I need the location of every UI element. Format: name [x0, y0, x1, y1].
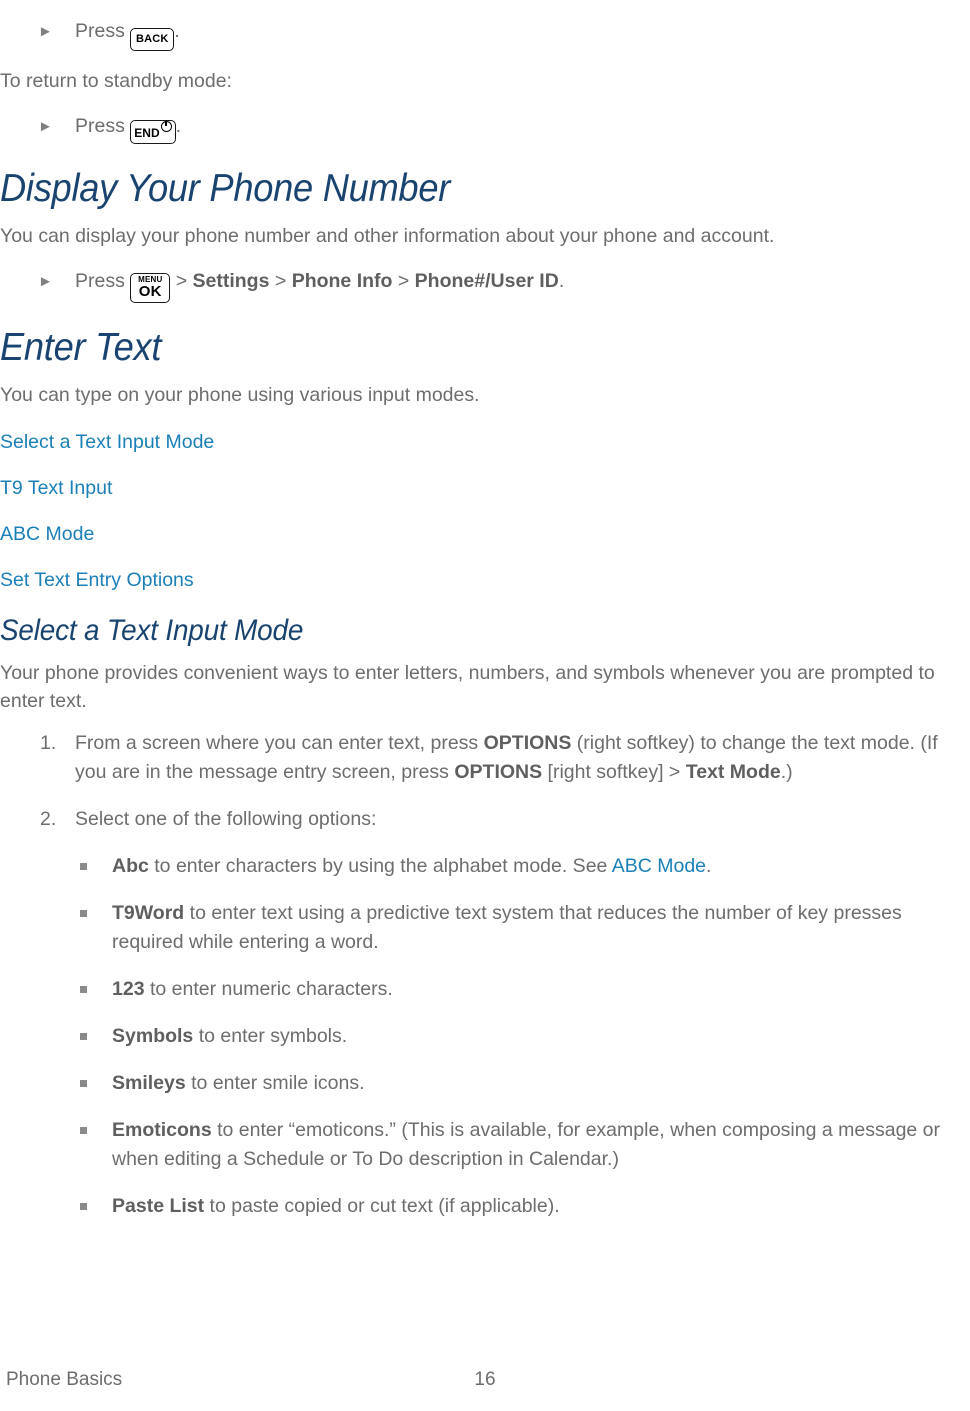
toc-entry-abc-mode[interactable]: ABC Mode [0, 521, 970, 547]
step-press-back: ► Press BACK. [0, 16, 970, 51]
press-end-period: . [175, 115, 182, 137]
menu-path-phone-user-id: Phone#/User ID [414, 270, 559, 292]
square-bullet-icon [80, 863, 87, 870]
toc-entry-select-a-text-input-mode[interactable]: Select a Text Input Mode [0, 429, 970, 455]
list-number: 1. [40, 732, 57, 754]
heading-enter-text: Enter Text [0, 326, 162, 369]
square-bullet-icon [80, 1080, 87, 1087]
ok-key-bottom-label: OK [138, 283, 162, 300]
option-text-before-link: to enter smile icons. [185, 1072, 365, 1094]
back-key-icon: BACK [130, 28, 175, 51]
toc-entry-set-text-entry-options[interactable]: Set Text Entry Options [0, 567, 970, 593]
enter-text-intro: You can type on your phone using various… [0, 384, 480, 406]
square-bullet-icon [80, 910, 87, 917]
arrow-marker-icon: ► [38, 23, 53, 40]
press-back-period: . [174, 20, 180, 42]
menu-separator-3: > [397, 270, 410, 292]
step-bold-options-1: OPTIONS [483, 732, 572, 754]
toc-link-label[interactable]: T9 Text Input [0, 477, 112, 499]
step-text-part1: Select one of the following options: [75, 808, 377, 830]
select-text-input-mode-intro: Your phone provides convenient ways to e… [0, 662, 935, 712]
power-symbol-icon [160, 120, 172, 132]
press-label: Press [75, 115, 125, 137]
option-inline-link-abc-mode[interactable]: ABC Mode [612, 855, 706, 877]
square-bullet-icon [80, 1033, 87, 1040]
list-item: T9Word to enter text using a predictive … [0, 899, 970, 957]
manual-page: ► Press BACK. To return to standby mode:… [0, 16, 970, 1411]
list-number: 2. [40, 808, 57, 830]
step-period: . [558, 270, 565, 292]
list-item: Symbols to enter symbols. [0, 1022, 970, 1051]
menu-ok-key-icon: MENU OK [130, 273, 171, 303]
list-item: Emoticons to enter “emoticons.” (This is… [0, 1116, 970, 1174]
step-text-part4: .) [780, 761, 793, 783]
square-bullet-icon [80, 1127, 87, 1134]
option-term: Smileys [112, 1072, 186, 1094]
display-phone-number-intro: You can display your phone number and ot… [0, 225, 775, 247]
heading-select-a-text-input-mode: Select a Text Input Mode [0, 614, 304, 647]
option-term: 123 [112, 978, 145, 1000]
arrow-marker-icon: ► [38, 273, 53, 290]
toc-link-label[interactable]: ABC Mode [0, 523, 94, 545]
option-text-before-link: to enter symbols. [193, 1025, 348, 1047]
list-item: Abc to enter characters by using the alp… [0, 852, 970, 881]
list-item: 2. Select one of the following options: [0, 805, 970, 834]
square-bullet-icon [80, 1203, 87, 1210]
procedure-list: 1. From a screen where you can enter text… [0, 729, 970, 834]
toc-entry-t9-text-input[interactable]: T9 Text Input [0, 475, 970, 501]
arrow-marker-icon: ► [38, 118, 53, 135]
option-term: T9Word [112, 902, 185, 924]
step-press-end: ► Press END. [0, 111, 970, 144]
option-term: Abc [112, 855, 149, 877]
step-text-part1: From a screen where you can enter text, … [75, 732, 484, 754]
step-display-phone-number: ► Press MENU OK > Settings > Phone Info >… [0, 266, 970, 303]
press-label: Press [75, 270, 125, 292]
option-text-before-link: to enter numeric characters. [144, 978, 393, 1000]
heading-display-your-phone-number: Display Your Phone Number [0, 167, 451, 210]
step-bold-text-mode: Text Mode [685, 761, 781, 783]
page-footer: Phone Basics 16 [0, 1369, 970, 1397]
text-mode-options-list: Abc to enter characters by using the alp… [0, 852, 970, 1221]
list-item: Smileys to enter smile icons. [0, 1069, 970, 1098]
option-term: Paste List [112, 1195, 205, 1217]
option-text-before-link: to enter “emoticons.” (This is available… [112, 1119, 941, 1170]
option-text-before-link: to enter text using a predictive text sy… [112, 902, 902, 953]
option-term: Symbols [112, 1025, 194, 1047]
standby-intro-paragraph: To return to standby mode: [0, 70, 232, 92]
press-label: Press [75, 20, 125, 42]
footer-page-number: 16 [474, 1369, 496, 1390]
end-key-label: END [134, 126, 160, 140]
toc-link-label[interactable]: Select a Text Input Mode [0, 431, 214, 453]
list-item: 1. From a screen where you can enter text… [0, 729, 970, 787]
step-bold-options-2: OPTIONS [454, 761, 543, 783]
option-text-before-link: to enter characters by using the alphabe… [148, 855, 612, 877]
option-text-before-link: to paste copied or cut text (if applicab… [204, 1195, 560, 1217]
menu-path-settings: Settings [192, 270, 270, 292]
menu-path-phone-info: Phone Info [291, 270, 393, 292]
option-text-after-link: . [706, 855, 712, 877]
list-item: Paste List to paste copied or cut text (… [0, 1192, 970, 1221]
menu-separator-1: > [175, 270, 188, 292]
option-term: Emoticons [112, 1119, 212, 1141]
menu-separator-2: > [274, 270, 287, 292]
end-key-icon: END [130, 120, 176, 144]
toc-link-label[interactable]: Set Text Entry Options [0, 569, 194, 591]
step-text-part3: [right softkey] > [542, 761, 686, 783]
list-item: 123 to enter numeric characters. [0, 975, 970, 1004]
square-bullet-icon [80, 986, 87, 993]
